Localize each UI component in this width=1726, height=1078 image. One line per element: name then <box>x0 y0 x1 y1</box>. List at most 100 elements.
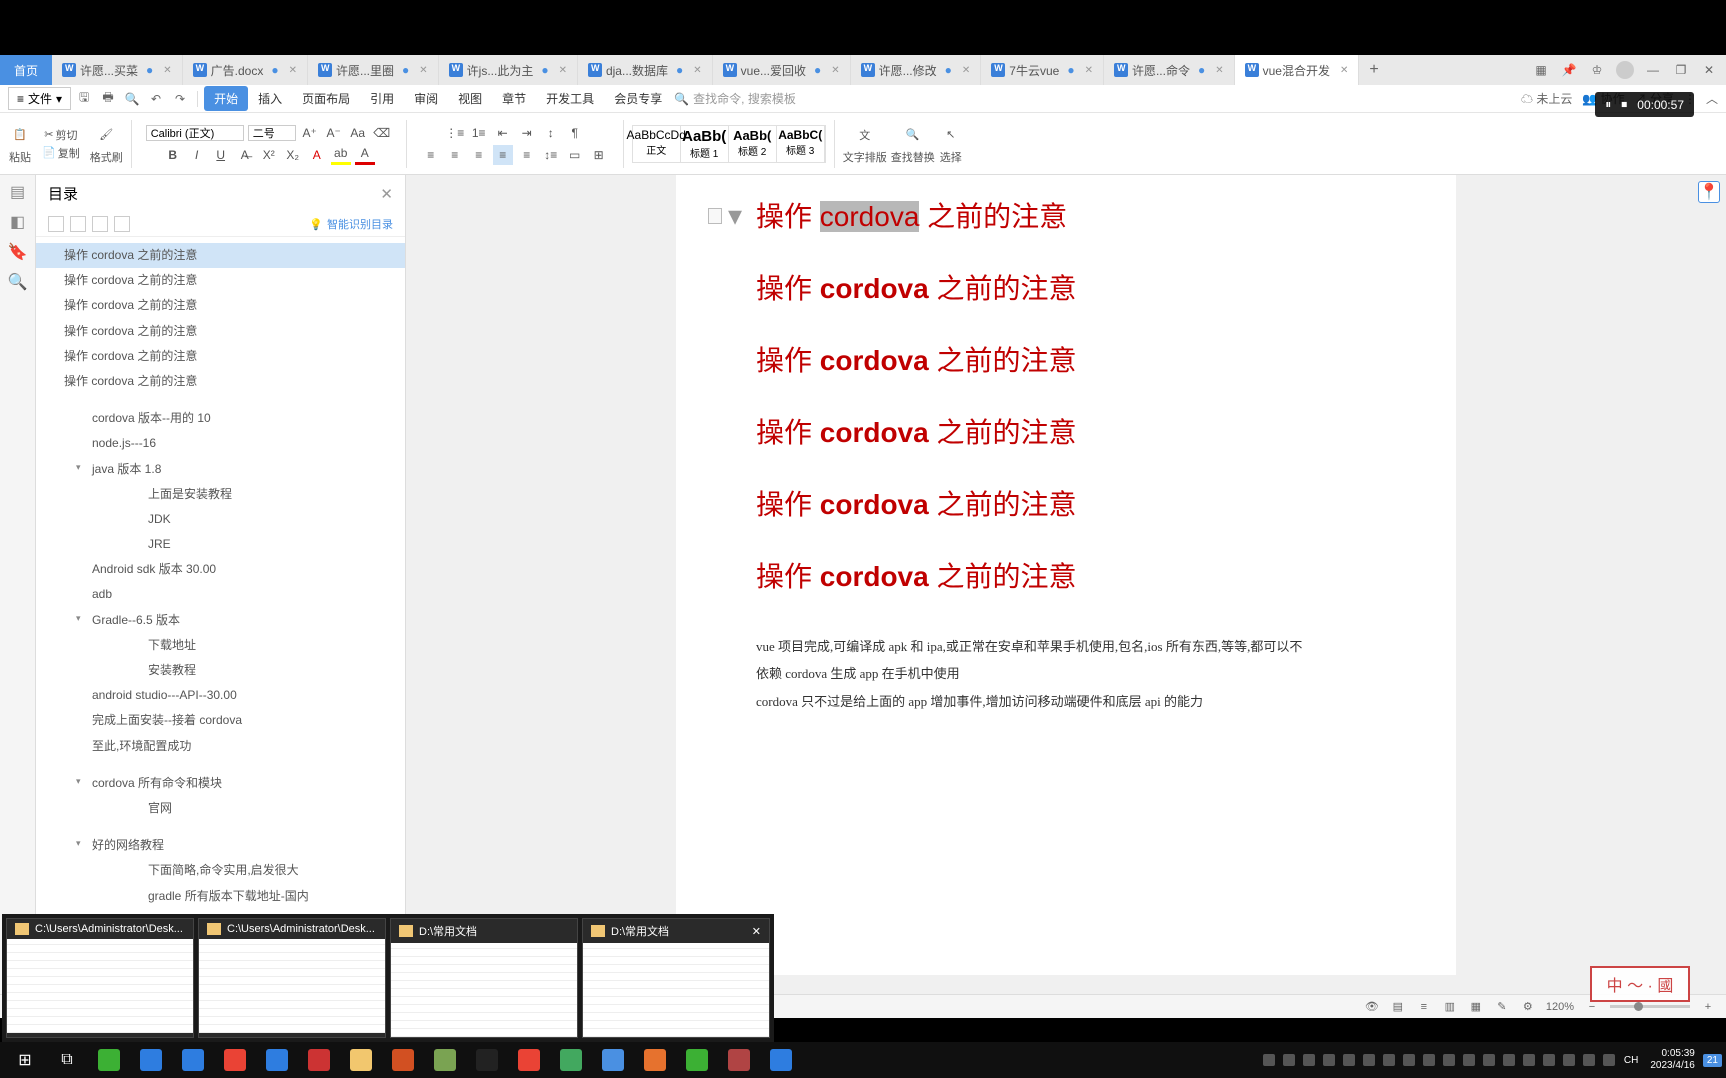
document-tab[interactable]: vue...爱回收●✕ <box>713 55 851 85</box>
outline-item[interactable]: JRE <box>36 532 405 557</box>
paragraph-2[interactable]: 依赖 cordova 生成 app 在手机中使用 <box>756 662 1376 685</box>
tray-icon[interactable] <box>1440 1051 1458 1069</box>
tab-close-icon[interactable]: ✕ <box>962 65 970 76</box>
italic-button[interactable]: I <box>187 145 207 165</box>
paste-button[interactable]: 📋 粘贴 <box>8 123 32 165</box>
text-layout-button[interactable]: 文 文字排版 <box>843 123 887 165</box>
preview-close-button[interactable]: ✕ <box>752 925 761 938</box>
taskbar-preview[interactable]: D:\常用文档 <box>390 918 578 1038</box>
outline-item[interactable]: 官网 <box>36 796 405 821</box>
bookmark-rail-icon[interactable]: 🔖 <box>9 243 27 261</box>
tray-icon[interactable] <box>1500 1051 1518 1069</box>
cut-button[interactable]: ✂ 剪切 <box>44 127 77 143</box>
outline-item[interactable]: 完成上面安装--接着 cordova <box>36 708 405 733</box>
font-color-button[interactable]: A <box>355 145 375 165</box>
heading-4[interactable]: 操作 cordova 之前的注意 <box>756 411 1376 451</box>
outline-item[interactable]: ▾cordova 所有命令和模块 <box>36 771 405 796</box>
collapse-ribbon-icon[interactable]: ︿ <box>1706 90 1718 107</box>
command-search[interactable]: 🔍 查找命令, 搜索模板 <box>674 90 796 107</box>
outline-rail-icon[interactable]: ▤ <box>9 183 27 201</box>
style-item[interactable]: AaBbCcDd正文 <box>633 126 681 162</box>
outline-item[interactable]: 至此,环境配置成功 <box>36 734 405 759</box>
zoom-level[interactable]: 120% <box>1546 1001 1574 1013</box>
tab-close-icon[interactable]: ✕ <box>1085 65 1093 76</box>
ime-indicator[interactable]: CH <box>1624 1055 1638 1066</box>
tray-icon[interactable] <box>1400 1051 1418 1069</box>
style-item[interactable]: AaBb(标题 2 <box>729 126 777 162</box>
tray-icon[interactable] <box>1380 1051 1398 1069</box>
taskbar-app-qq-browser[interactable] <box>130 1042 172 1078</box>
style-gallery[interactable]: AaBbCcDd正文AaBb(标题 1AaBb(标题 2AaBbC(标题 3 <box>632 125 826 163</box>
grid-icon[interactable]: ▦ <box>1532 61 1550 79</box>
document-area[interactable]: ▾ 操作 cordova 之前的注意 操作 cordova 之前的注意 操作 c… <box>406 175 1726 994</box>
outline-item[interactable]: 操作 cordova 之前的注意 <box>36 319 405 344</box>
tray-icon[interactable] <box>1280 1051 1298 1069</box>
tray-icon[interactable] <box>1540 1051 1558 1069</box>
undo-icon[interactable]: ↶ <box>145 88 167 110</box>
view-mode-2[interactable]: ≡ <box>1416 999 1432 1015</box>
document-tab[interactable]: 许js...此为主●✕ <box>439 55 578 85</box>
clock[interactable]: 0:05:39 2023/4/16 <box>1650 1048 1695 1072</box>
menu-tab[interactable]: 页面布局 <box>292 86 360 111</box>
save-icon[interactable]: 🖫 <box>73 88 95 110</box>
outline-item[interactable]: ▾Gradle--6.5 版本 <box>36 608 405 633</box>
notification-badge[interactable]: 21 <box>1703 1054 1722 1067</box>
view-mode-4[interactable]: ▦ <box>1468 999 1484 1015</box>
pin-icon[interactable]: 📌 <box>1560 61 1578 79</box>
close-button[interactable]: ✕ <box>1700 61 1718 79</box>
taskbar-app-cmd[interactable] <box>466 1042 508 1078</box>
avatar[interactable] <box>1616 61 1634 79</box>
subscript-button[interactable]: X₂ <box>283 145 303 165</box>
document-tab[interactable]: dja...数据库●✕ <box>578 55 713 85</box>
outline-item[interactable]: 下面简略,命令实用,启发很大 <box>36 858 405 883</box>
paragraph-1[interactable]: vue 项目完成,可编译成 apk 和 ipa,或正常在安卓和苹果手机使用,包名… <box>756 635 1376 658</box>
outline-item[interactable]: 操作 cordova 之前的注意 <box>36 243 405 268</box>
document-tab[interactable]: 7牛云vue●✕ <box>981 55 1104 85</box>
home-tab[interactable]: 首页 <box>0 55 52 85</box>
pause-icon[interactable]: ⏸ <box>1605 97 1611 112</box>
find-replace-button[interactable]: 🔍 查找替换 <box>891 123 935 165</box>
taskbar-app-a3[interactable] <box>592 1042 634 1078</box>
tray-icon[interactable] <box>1420 1051 1438 1069</box>
search-rail-icon[interactable]: 🔍 <box>9 273 27 291</box>
show-marks-button[interactable]: ¶ <box>565 123 585 143</box>
underline-button[interactable]: U <box>211 145 231 165</box>
document-tab[interactable]: 许愿...买菜●✕ <box>52 55 183 85</box>
menu-tab[interactable]: 开始 <box>204 86 248 111</box>
increase-font-icon[interactable]: A⁺ <box>300 123 320 143</box>
document-tab[interactable]: 广告.docx●✕ <box>183 55 308 85</box>
heading-3[interactable]: 操作 cordova 之前的注意 <box>756 339 1376 379</box>
zoom-slider[interactable] <box>1610 1005 1690 1008</box>
outline-close-button[interactable]: ✕ <box>380 185 393 203</box>
menu-tab[interactable]: 开发工具 <box>536 86 604 111</box>
menu-tab[interactable]: 引用 <box>360 86 404 111</box>
outline-tb-4[interactable] <box>114 216 130 232</box>
tab-close-icon[interactable]: ✕ <box>163 65 171 76</box>
strike-button[interactable]: A̶ <box>235 145 255 165</box>
borders-button[interactable]: ⊞ <box>589 145 609 165</box>
taskbar-preview[interactable]: D:\常用文档✕ <box>582 918 770 1038</box>
taskbar-app-a4[interactable] <box>718 1042 760 1078</box>
location-pin-icon[interactable]: 📍 <box>1698 181 1720 203</box>
smart-toc-button[interactable]: 💡 智能识别目录 <box>309 216 393 232</box>
heading-5[interactable]: 操作 cordova 之前的注意 <box>756 483 1376 523</box>
preview-icon[interactable]: 🔍 <box>121 88 143 110</box>
redo-icon[interactable]: ↷ <box>169 88 191 110</box>
font-name-select[interactable] <box>146 125 244 141</box>
tray-icon[interactable] <box>1360 1051 1378 1069</box>
menu-tab[interactable]: 会员专享 <box>604 86 672 111</box>
tab-close-icon[interactable]: ✕ <box>419 65 427 76</box>
clear-format-icon[interactable]: ⌫ <box>372 123 392 143</box>
justify-button[interactable]: ≡ <box>493 145 513 165</box>
outline-item[interactable]: node.js---16 <box>36 431 405 456</box>
outline-item[interactable]: ▾好的网络教程 <box>36 833 405 858</box>
tab-close-icon[interactable]: ✕ <box>559 65 567 76</box>
change-case-icon[interactable]: Aa <box>348 123 368 143</box>
start-button[interactable]: ⊞ <box>4 1042 46 1078</box>
view-mode-5[interactable]: ✎ <box>1494 999 1510 1015</box>
tab-close-icon[interactable]: ✕ <box>289 65 297 76</box>
view-mode-1[interactable]: ▤ <box>1390 999 1406 1015</box>
tray-icon[interactable] <box>1480 1051 1498 1069</box>
document-tab[interactable]: 许愿...里圈●✕ <box>308 55 439 85</box>
numbering-button[interactable]: 1≡ <box>469 123 489 143</box>
